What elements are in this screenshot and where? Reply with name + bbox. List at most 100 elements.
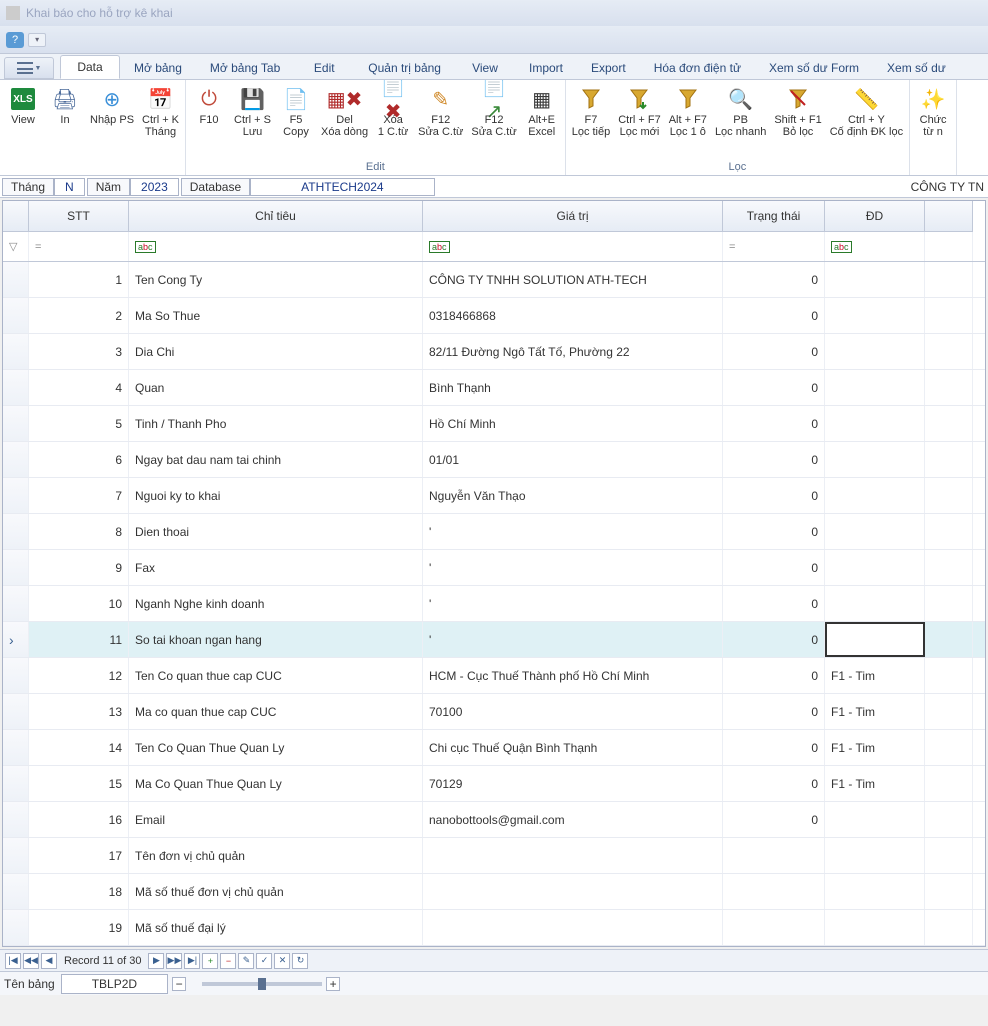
tab-import[interactable]: Import — [515, 57, 577, 79]
cell-chi-tieu[interactable]: Ma co quan thue cap CUC — [129, 694, 423, 729]
thang-value[interactable]: N — [54, 178, 85, 196]
cell-gia-tri[interactable]: Chi cục Thuế Quận Bình Thạnh — [423, 730, 723, 765]
nav-prev-page[interactable]: ◀◀ — [23, 953, 39, 969]
table-row[interactable]: 9Fax'0 — [3, 550, 985, 586]
cell-gia-tri[interactable]: Bình Thạnh — [423, 370, 723, 405]
save-button[interactable]: 💾Ctrl + S Lưu — [230, 84, 275, 159]
filter-stt[interactable]: = — [29, 232, 129, 261]
cell-gia-tri[interactable]: nanobottools@gmail.com — [423, 802, 723, 837]
cell-gia-tri[interactable]: 0318466868 — [423, 298, 723, 333]
xoa-1-ctu-button[interactable]: 📄✖Xóa 1 C.từ — [372, 84, 414, 159]
print-button[interactable]: 🖨In — [44, 84, 86, 159]
nav-check[interactable]: ✓ — [256, 953, 272, 969]
nhap-ps-button[interactable]: ⊕Nhập PS — [86, 84, 138, 159]
table-row[interactable]: 7Nguoi ky to khaiNguyễn Văn Thạo0 — [3, 478, 985, 514]
cell-gia-tri[interactable]: CÔNG TY TNHH SOLUTION ATH-TECH — [423, 262, 723, 297]
cell-trang-thai[interactable]: 0 — [723, 550, 825, 585]
table-row[interactable]: 3Dia Chi82/11 Đường Ngô Tất Tố, Phường 2… — [3, 334, 985, 370]
table-row[interactable]: 6Ngay bat dau nam tai chinh01/010 — [3, 442, 985, 478]
cell-trang-thai[interactable]: 0 — [723, 802, 825, 837]
cell-dd[interactable]: F1 - Tim — [825, 658, 925, 693]
delete-row-button[interactable]: ▦✖Del Xóa dòng — [317, 84, 372, 159]
cell-dd[interactable] — [825, 478, 925, 513]
ctrl-k-thang-button[interactable]: 📅Ctrl + K Tháng — [138, 84, 183, 159]
f7-loc-tiep-button[interactable]: F7 Lọc tiếp — [568, 84, 615, 159]
tab-xem-so-du[interactable]: Xem số dư — [873, 57, 960, 79]
cell-chi-tieu[interactable]: Dia Chi — [129, 334, 423, 369]
nav-edit[interactable]: ✎ — [238, 953, 254, 969]
pb-loc-nhanh-button[interactable]: 🔍PB Lọc nhanh — [711, 84, 770, 159]
cell-chi-tieu[interactable]: Ten Cong Ty — [129, 262, 423, 297]
tab-quan-tri-bang[interactable]: Quản trị bảng — [354, 57, 455, 79]
cell-chi-tieu[interactable]: Email — [129, 802, 423, 837]
table-row[interactable]: 19Mã số thuế đại lý — [3, 910, 985, 946]
table-row[interactable]: 2Ma So Thue03184668680 — [3, 298, 985, 334]
table-row[interactable]: 11So tai khoan ngan hang'0 — [3, 622, 985, 658]
nav-cancel[interactable]: ✕ — [274, 953, 290, 969]
chuc-button[interactable]: ✨Chức từ n — [912, 84, 954, 159]
cell-chi-tieu[interactable]: Quan — [129, 370, 423, 405]
tab-export[interactable]: Export — [577, 57, 640, 79]
cell-chi-tieu[interactable]: Tinh / Thanh Pho — [129, 406, 423, 441]
cell-chi-tieu[interactable]: Ma So Thue — [129, 298, 423, 333]
cell-gia-tri[interactable] — [423, 838, 723, 873]
cell-dd[interactable] — [825, 622, 925, 657]
cell-stt[interactable]: 18 — [29, 874, 129, 909]
nav-last[interactable]: ▶| — [184, 953, 200, 969]
table-row[interactable]: 5Tinh / Thanh PhoHồ Chí Minh0 — [3, 406, 985, 442]
cell-gia-tri[interactable]: 01/01 — [423, 442, 723, 477]
f12-sua-ctu-2-button[interactable]: 📄↗F12 Sửa C.từ — [467, 84, 520, 159]
copy-button[interactable]: 📄F5 Copy — [275, 84, 317, 159]
cell-trang-thai[interactable] — [723, 910, 825, 945]
cell-dd[interactable] — [825, 514, 925, 549]
cell-chi-tieu[interactable]: So tai khoan ngan hang — [129, 622, 423, 657]
cell-trang-thai[interactable]: 0 — [723, 514, 825, 549]
nav-first[interactable]: |◀ — [5, 953, 21, 969]
cell-chi-tieu[interactable]: Ngay bat dau nam tai chinh — [129, 442, 423, 477]
table-row[interactable]: 16Emailnanobottools@gmail.com0 — [3, 802, 985, 838]
table-row[interactable]: 8Dien thoai'0 — [3, 514, 985, 550]
view-button[interactable]: XLSView — [2, 84, 44, 159]
cell-chi-tieu[interactable]: Ma Co Quan Thue Quan Ly — [129, 766, 423, 801]
zoom-slider[interactable] — [202, 982, 322, 986]
col-dd[interactable]: ĐD — [825, 201, 925, 232]
cell-gia-tri[interactable]: ' — [423, 622, 723, 657]
cell-trang-thai[interactable]: 0 — [723, 298, 825, 333]
zoom-out[interactable]: − — [172, 977, 186, 991]
nav-refresh[interactable]: ↻ — [292, 953, 308, 969]
cell-dd[interactable]: F1 - Tim — [825, 694, 925, 729]
cell-gia-tri[interactable]: HCM - Cục Thuế Thành phố Hồ Chí Minh — [423, 658, 723, 693]
cell-chi-tieu[interactable]: Mã số thuế đơn vị chủ quản — [129, 874, 423, 909]
col-stt[interactable]: STT — [29, 201, 129, 232]
cell-dd[interactable]: F1 - Tim — [825, 766, 925, 801]
cell-stt[interactable]: 3 — [29, 334, 129, 369]
ctrl-y-co-dinh-button[interactable]: 📏Ctrl + Y Cố định ĐK lọc — [826, 84, 907, 159]
cell-dd[interactable] — [825, 586, 925, 621]
cell-trang-thai[interactable]: 0 — [723, 694, 825, 729]
tab-edit[interactable]: Edit — [294, 57, 354, 79]
table-row[interactable]: 13Ma co quan thue cap CUC701000F1 - Tim — [3, 694, 985, 730]
cell-trang-thai[interactable]: 0 — [723, 586, 825, 621]
col-trang-thai[interactable]: Trạng thái — [723, 201, 825, 232]
cell-dd[interactable] — [825, 802, 925, 837]
cell-trang-thai[interactable] — [723, 838, 825, 873]
f10-button[interactable]: ⏻F10 — [188, 84, 230, 159]
cell-dd[interactable] — [825, 838, 925, 873]
cell-chi-tieu[interactable]: Dien thoai — [129, 514, 423, 549]
cell-stt[interactable]: 13 — [29, 694, 129, 729]
cell-chi-tieu[interactable]: Nguoi ky to khai — [129, 478, 423, 513]
cell-stt[interactable]: 7 — [29, 478, 129, 513]
cell-stt[interactable]: 11 — [29, 622, 129, 657]
table-row[interactable]: 4QuanBình Thạnh0 — [3, 370, 985, 406]
alt-e-excel-button[interactable]: ▦Alt+E Excel — [521, 84, 563, 159]
grid-filter-row[interactable]: ▽ = abc abc = abc — [3, 232, 985, 262]
cell-trang-thai[interactable]: 0 — [723, 334, 825, 369]
cell-gia-tri[interactable] — [423, 910, 723, 945]
cell-dd[interactable] — [825, 406, 925, 441]
shift-f1-bo-loc-button[interactable]: Shift + F1 Bỏ lọc — [770, 84, 825, 159]
db-value[interactable]: ATHTECH2024 — [250, 178, 434, 196]
cell-gia-tri[interactable]: 70100 — [423, 694, 723, 729]
cell-dd[interactable]: F1 - Tim — [825, 730, 925, 765]
nav-prev[interactable]: ◀ — [41, 953, 57, 969]
filter-chi-tieu[interactable]: abc — [129, 232, 423, 261]
